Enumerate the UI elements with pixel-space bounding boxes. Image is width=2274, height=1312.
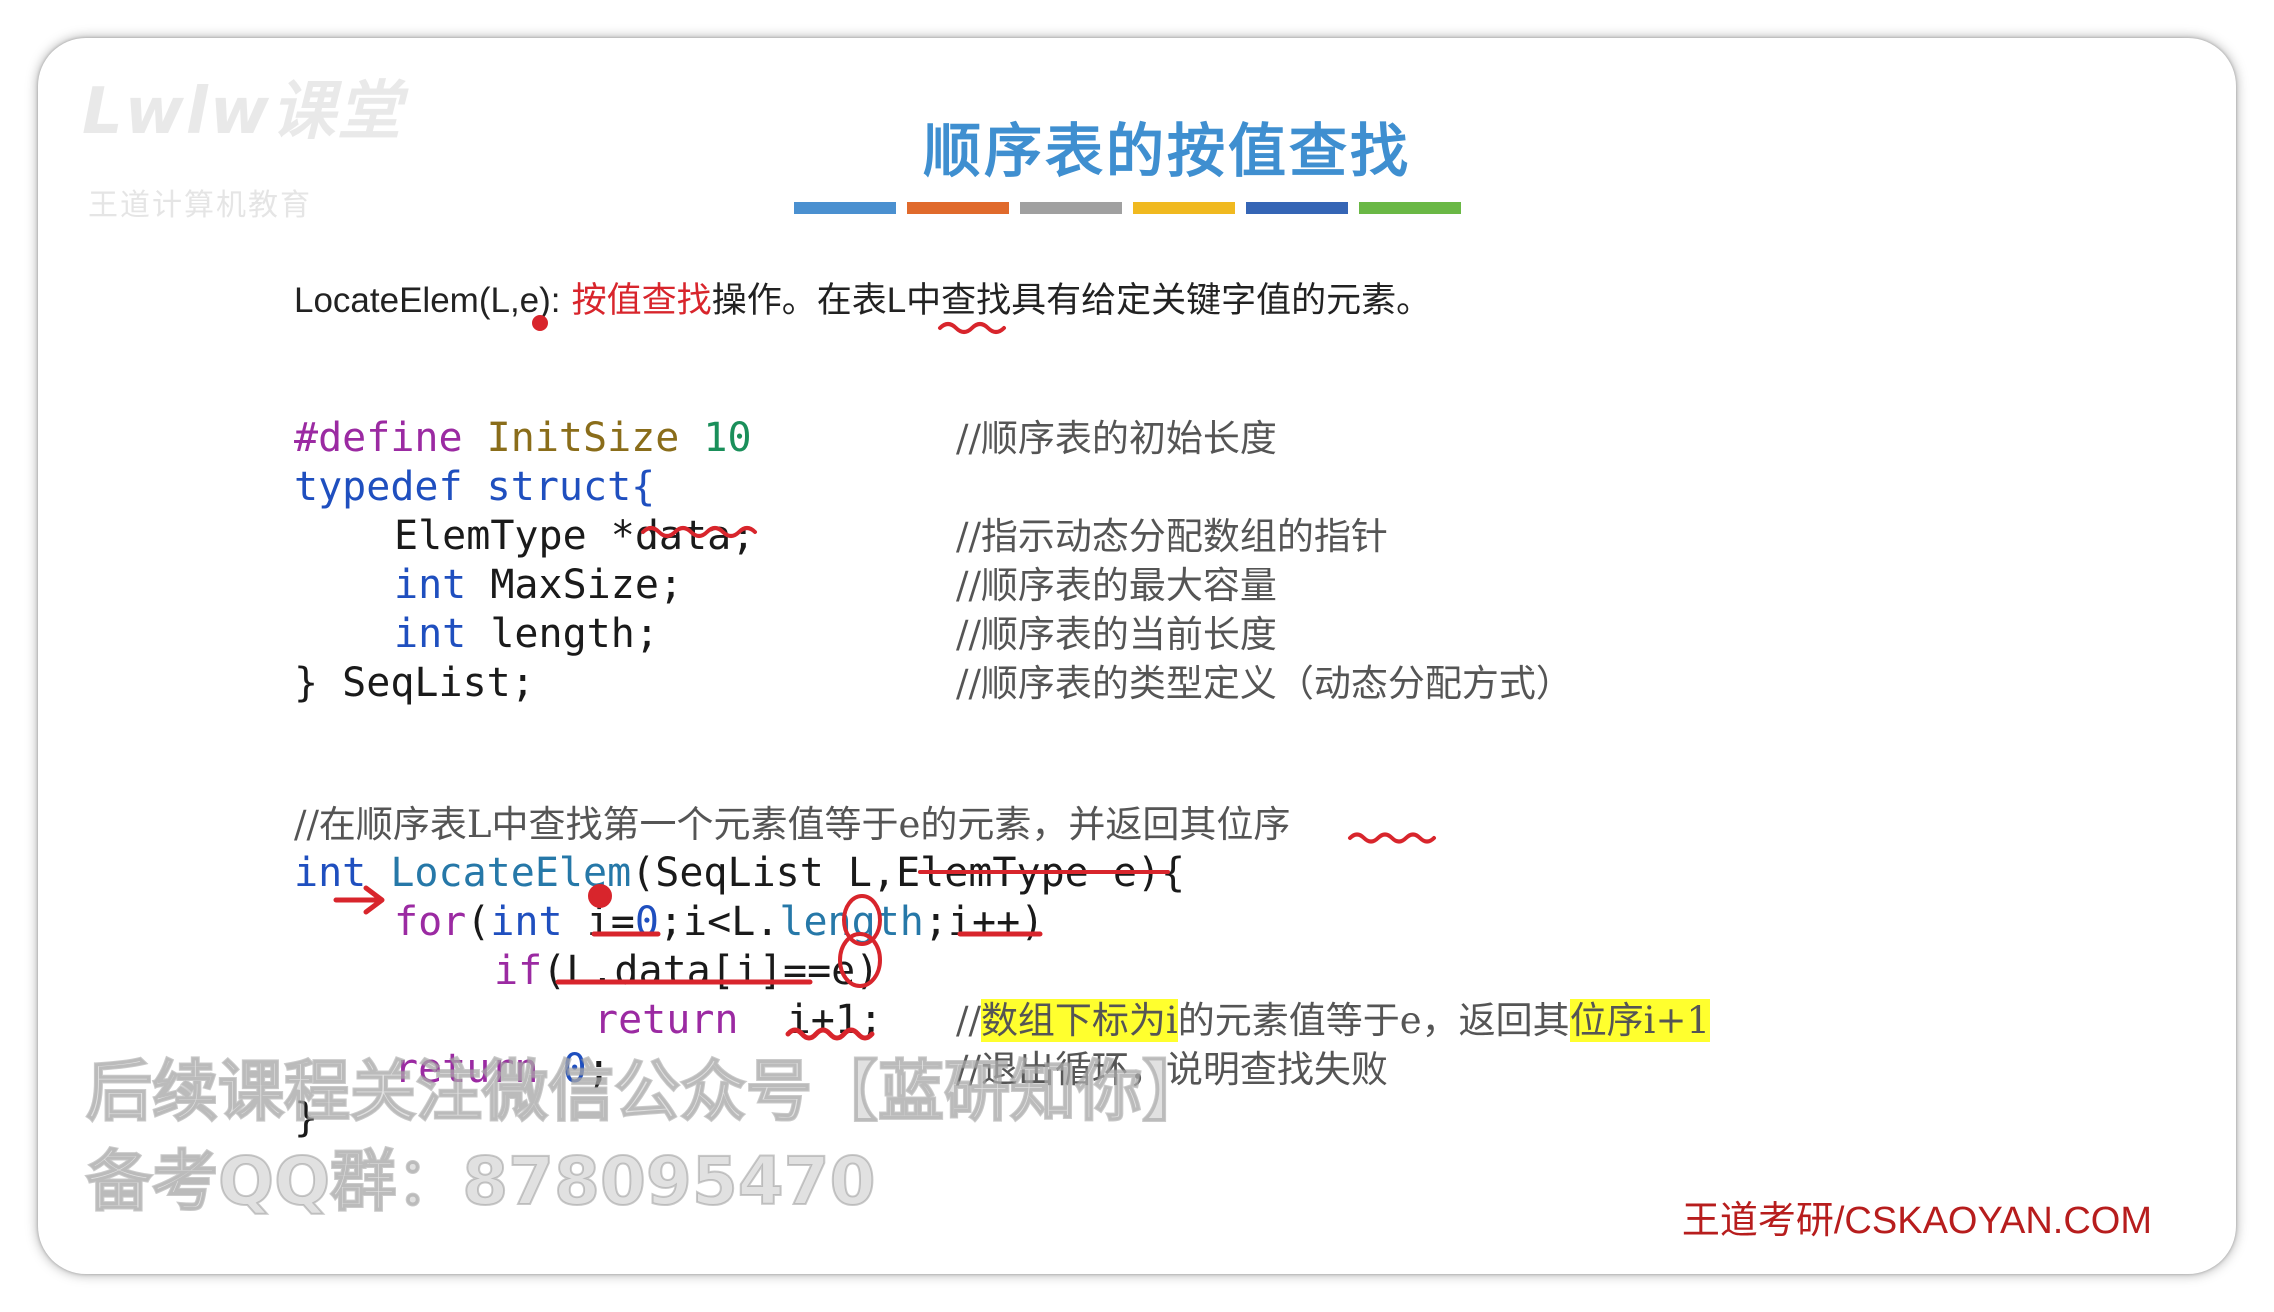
title-bar-segment <box>1359 202 1461 214</box>
ink-squiggle-table <box>938 322 1006 334</box>
code-for-loop: for(int i=0;i<L.length;i++) <box>394 899 1045 945</box>
code-function-signature: int LocateElem(SeqList L,ElemType e){ <box>294 850 1186 896</box>
slide: Lwlw课堂 王道计算机教育 顺序表的按值查找 LocateElem(L,e):… <box>38 38 2236 1274</box>
description-text-2: 中查找具有给定关键字值的元素。 <box>906 281 1432 321</box>
title-bar-segment <box>907 202 1009 214</box>
comment-length: //顺序表的当前长度 <box>956 613 1277 656</box>
title-bar-segment <box>1133 202 1235 214</box>
comment-initsize: //顺序表的初始长度 <box>956 417 1277 460</box>
code-define-line: #define InitSize 10 <box>294 415 752 461</box>
operation-name: 按值查找 <box>571 281 712 321</box>
comment-data: //指示动态分配数组的指针 <box>956 515 1388 558</box>
title-bar-segment <box>794 202 896 214</box>
comment-seqlist: //顺序表的类型定义（动态分配方式） <box>956 662 1573 705</box>
code-data-field: ElemType *data; <box>394 513 756 559</box>
code-if-statement: if(L.data[i]==e) <box>494 948 880 994</box>
code-maxsize-field: int MaxSize; <box>394 562 683 608</box>
slide-title: 顺序表的按值查找 <box>922 117 1411 185</box>
description-text-1: 操作。在表 <box>711 281 887 321</box>
ink-squiggle-position <box>1348 832 1436 844</box>
title-color-bar <box>794 202 1461 214</box>
description-table-L: L <box>886 281 907 320</box>
comment-maxsize: //顺序表的最大容量 <box>956 564 1277 607</box>
function-signature: LocateElem(L,e): <box>294 281 561 320</box>
comment-function: //在顺序表L中查找第一个元素值等于e的元素，并返回其位序 <box>294 803 1291 846</box>
description-line: LocateElem(L,e): 按值查找操作。在表L中查找具有给定关键字值的元… <box>294 272 1431 323</box>
code-length-field: int length; <box>394 611 659 657</box>
footer-brand: 王道考研/CSKAOYAN.COM <box>1681 1200 2152 1242</box>
watermark-wechat: 后续课程关注微信公众号【蓝研知你】 <box>85 1052 1209 1131</box>
highlight-index: 数组下标为i <box>980 999 1178 1042</box>
title-bar-segment <box>1020 202 1122 214</box>
watermark-qq: 备考QQ群：878095470 <box>85 1142 877 1221</box>
code-typedef-line: typedef struct{ <box>294 464 656 510</box>
highlight-position: 位序i+1 <box>1569 999 1711 1042</box>
code-seqlist-close: } SeqList; <box>294 660 535 706</box>
title-bar-segment <box>1246 202 1348 214</box>
